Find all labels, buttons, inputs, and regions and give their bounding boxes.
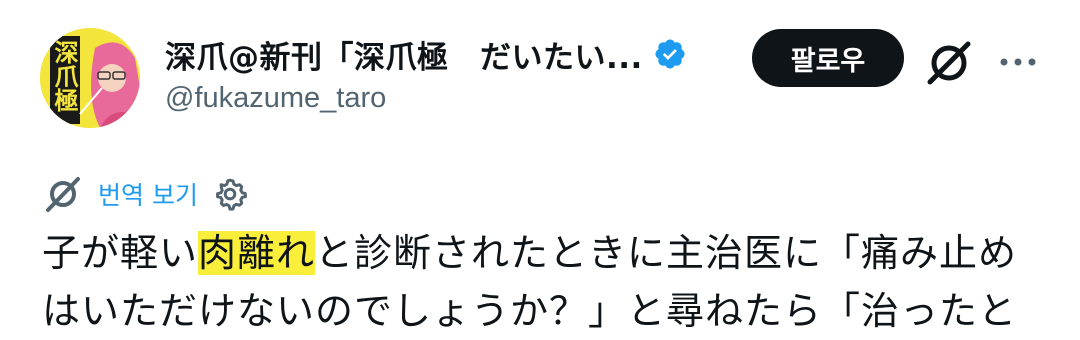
translate-icon [46,177,80,212]
author-display-name[interactable]: 深爪@新刊「深爪極 だいたい... [165,32,643,77]
grok-icon[interactable] [924,38,974,88]
tweet-text-segment: と診断されたときに主治医に「痛み止め [315,231,1018,275]
avatar[interactable]: 深爪極 [40,28,140,128]
tweet-text-segment: 子が軽い [42,231,199,275]
show-translation-link[interactable]: 번역 보기 [98,176,198,212]
follow-button[interactable]: 팔로우 [752,29,904,87]
author-handle[interactable]: @fukazume_taro [165,82,386,115]
tweet-line-1: 子が軽い肉離れと診断されたときに主治医に「痛み止め [42,224,1042,282]
translate-row[interactable]: 번역 보기 [44,172,248,216]
verified-badge-icon [655,39,685,69]
avatar-title-text: 深爪極 [50,40,79,112]
more-horizontal-icon[interactable] [996,40,1040,84]
highlighted-text: 肉離れ [198,231,316,275]
tweet-line-2: はいただけないのでしょうか？」と尋ねたら「治ったと [42,289,1018,333]
author-name-row[interactable]: 深爪@新刊「深爪極 だいたい... [165,30,687,78]
gear-icon[interactable] [212,176,248,212]
tweet-text: 子が軽い肉離れと診断されたときに主治医に「痛み止め はいただけないのでしょうか？… [42,224,1042,340]
